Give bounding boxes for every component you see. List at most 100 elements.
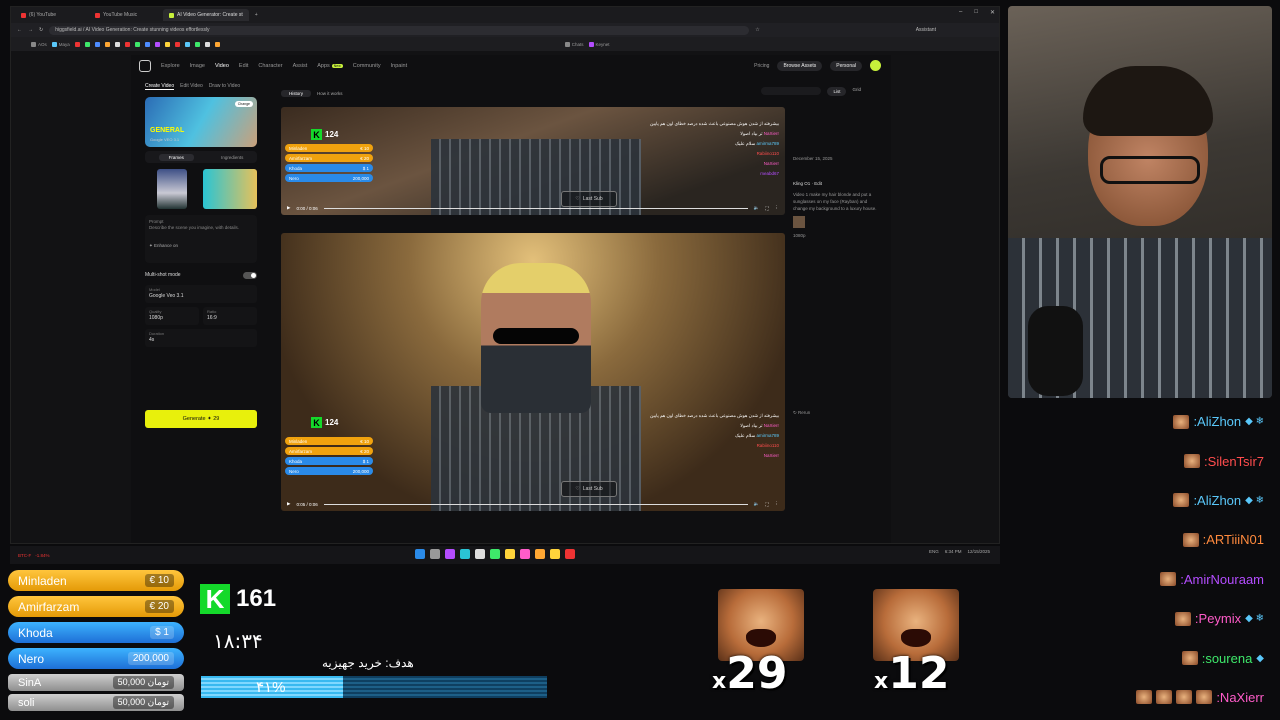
bookmark-icon[interactable]: [164, 41, 170, 47]
volume-icon[interactable]: 🔈: [754, 501, 760, 507]
app-icon[interactable]: [505, 549, 515, 559]
clock-time[interactable]: 6:34 PM: [945, 549, 962, 554]
bookmark-icon[interactable]: [174, 41, 180, 47]
app-icon[interactable]: [520, 549, 530, 559]
play-icon[interactable]: ▶: [287, 205, 290, 211]
browse-assets-button[interactable]: Browse Assets: [777, 60, 823, 71]
multishot-toggle[interactable]: [243, 271, 257, 279]
change-button[interactable]: Change: [234, 101, 253, 107]
list-view-button[interactable]: List: [827, 87, 847, 96]
url-field[interactable]: higgsfield.ai / AI Video Generation: Cre…: [49, 25, 750, 35]
bookmark-keynet[interactable]: Keynet: [588, 41, 610, 47]
fullscreen-icon[interactable]: ⛶: [765, 502, 768, 507]
nav-video[interactable]: Video: [215, 63, 229, 69]
play-icon[interactable]: ▶: [287, 501, 290, 507]
grid-view-button[interactable]: Grid: [852, 87, 861, 96]
teams-icon[interactable]: [445, 549, 455, 559]
view-switch: List Grid: [761, 87, 861, 96]
tab-ingredients[interactable]: Ingredients: [221, 155, 243, 160]
tab-how-it-works[interactable]: How it works: [317, 91, 343, 96]
assistant-button[interactable]: Assistant: [916, 27, 936, 33]
nav-character[interactable]: Character: [258, 63, 282, 69]
bookmark-icon[interactable]: [214, 41, 220, 47]
tab-draw-to-video[interactable]: Draw to Video: [209, 83, 240, 90]
bookmark-aos[interactable]: AOs: [31, 41, 47, 47]
fullscreen-icon[interactable]: ⛶: [765, 206, 768, 211]
clock-date[interactable]: 12/15/2025: [967, 549, 990, 554]
search-input[interactable]: [761, 87, 822, 95]
back-icon[interactable]: ←: [17, 27, 22, 33]
volume-icon[interactable]: 🔈: [754, 205, 760, 211]
nav-pricing[interactable]: Pricing: [754, 63, 769, 69]
more-icon[interactable]: ⋮: [775, 501, 780, 507]
tab-youtube[interactable]: (6) YouTube: [15, 9, 85, 21]
bookmark-icon[interactable]: [144, 41, 150, 47]
bookmark-maya[interactable]: Maya: [51, 41, 70, 47]
generate-button[interactable]: Generate ✦ 29: [145, 410, 257, 428]
bookmark-icon[interactable]: [194, 41, 200, 47]
tab-history[interactable]: History: [281, 89, 312, 97]
search-icon[interactable]: [430, 549, 440, 559]
input-thumbnail[interactable]: [793, 216, 805, 228]
nav-community[interactable]: Community: [353, 63, 381, 69]
nav-image[interactable]: Image: [190, 63, 205, 69]
more-icon[interactable]: ⋮: [775, 205, 780, 211]
nav-apps[interactable]: Apps New: [317, 63, 343, 69]
bookmark-chats[interactable]: Chats: [564, 41, 584, 47]
prompt-field[interactable]: Prompt Describe the scene you imagine, w…: [145, 215, 257, 263]
seek-bar[interactable]: [323, 503, 748, 505]
star-icon[interactable]: ☆: [755, 27, 759, 33]
ratio-select[interactable]: Ratio 16:9: [203, 307, 257, 325]
bookmark-icon[interactable]: [124, 41, 130, 47]
bookmark-icon[interactable]: [84, 41, 90, 47]
start-icon[interactable]: [415, 549, 425, 559]
avatar[interactable]: [870, 60, 881, 71]
edge-icon[interactable]: [460, 549, 470, 559]
nav-inpaint[interactable]: Inpaint: [391, 63, 408, 69]
duration-select[interactable]: Duration 4s: [145, 329, 257, 347]
nav-explore[interactable]: Explore: [161, 63, 180, 69]
language-indicator[interactable]: ENG: [929, 549, 939, 554]
enhance-toggle[interactable]: ✦ Enhance on: [149, 243, 253, 249]
personal-dropdown[interactable]: Personal: [830, 60, 862, 71]
nav-assist[interactable]: Assist: [293, 63, 308, 69]
bookmark-icon[interactable]: [104, 41, 110, 47]
tab-youtube-music[interactable]: YouTube Music: [89, 9, 159, 21]
bookmark-icon[interactable]: [154, 41, 160, 47]
nav-edit[interactable]: Edit: [239, 63, 248, 69]
tab-higgsfield[interactable]: AI Video Generator: Create st: [163, 9, 249, 21]
minimize-icon[interactable]: –: [959, 9, 962, 16]
reload-icon[interactable]: ↻: [39, 27, 43, 33]
bookmark-icon[interactable]: [74, 41, 80, 47]
app-icon[interactable]: [475, 549, 485, 559]
goal-label: هدف: خرید جهیزیه: [322, 656, 414, 670]
model-card[interactable]: Change GENERAL Google VEO 3.1: [145, 97, 257, 147]
video-player-1[interactable]: K 124 Minladen € 10 Amirfarzam € 20 Khoda $ …: [281, 107, 785, 215]
start-frame-thumbnail[interactable]: [157, 169, 187, 209]
bookmark-icon[interactable]: [94, 41, 100, 47]
tab-edit-video[interactable]: Edit Video: [180, 83, 203, 90]
explorer-icon[interactable]: [535, 549, 545, 559]
rerun-button[interactable]: ↻ Rerun: [793, 409, 883, 416]
app-icon[interactable]: [565, 549, 575, 559]
seek-bar[interactable]: [323, 207, 748, 209]
app-icon[interactable]: [490, 549, 500, 559]
bookmark-icon[interactable]: [184, 41, 190, 47]
video-player-2[interactable]: K 124 Minladen € 10 Amirfarzam € 20 Khoda $ …: [281, 233, 785, 511]
new-tab-button[interactable]: +: [255, 12, 258, 18]
model-select[interactable]: Model Google Veo 3.1: [145, 285, 257, 303]
close-icon[interactable]: ✕: [990, 9, 995, 16]
maximize-icon[interactable]: □: [974, 9, 978, 16]
forward-icon[interactable]: →: [28, 27, 33, 33]
tab-create-video[interactable]: Create Video: [145, 83, 175, 90]
folder-icon[interactable]: [550, 549, 560, 559]
quality-select[interactable]: Quality 1080p: [145, 307, 199, 325]
bookmark-icon[interactable]: [204, 41, 210, 47]
chat-message: :sourena ◆: [1008, 638, 1272, 677]
end-frame-thumbnail[interactable]: [203, 169, 257, 209]
chat-username: :Peymix: [1194, 611, 1242, 627]
bookmark-icon[interactable]: [114, 41, 120, 47]
higgsfield-logo[interactable]: [139, 60, 151, 72]
tab-frames[interactable]: Frames: [158, 153, 194, 161]
bookmark-icon[interactable]: [134, 41, 140, 47]
